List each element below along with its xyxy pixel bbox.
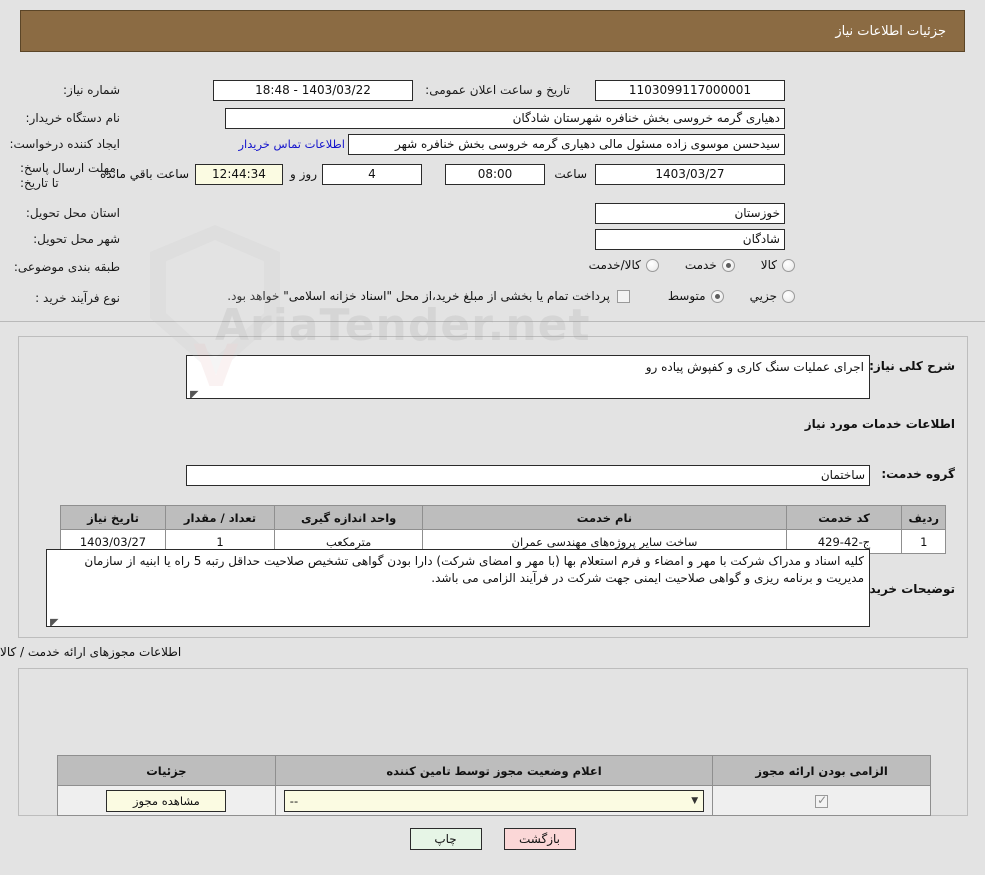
category-radio-group: کالا خدمت کالا/خدمت (563, 258, 795, 272)
announce-label-wrap: تاریخ و ساعت اعلان عمومی: (425, 83, 570, 98)
category-option-label: کالا/خدمت (588, 258, 641, 272)
category-option-kala-khedmat[interactable]: کالا/خدمت (589, 258, 659, 272)
page-root: جزئیات اطلاعات نیاز شماره نیاز: 11030991… (0, 0, 985, 875)
need-details-panel: شرح کلی نیاز: اجرای عملیات سنگ کاری و کف… (18, 336, 968, 638)
province-field[interactable]: خوزستان (595, 203, 785, 224)
cell-status: ▼ -- (274, 785, 714, 816)
print-button[interactable]: چاپ (409, 828, 482, 850)
col-qty: تعداد / مقدار (164, 505, 275, 530)
top-form-panel: شماره نیاز: 1103099117000001 تاریخ و ساع… (0, 66, 985, 322)
col-status: اعلام وضعیت مجوز توسط تامین کننده (274, 755, 714, 786)
deadline-time-field[interactable]: 08:00 (445, 164, 545, 185)
public-announce-field[interactable]: 1403/03/22 - 18:48 (213, 80, 413, 101)
creator-label-wrap: ایجاد کننده درخواست: (9, 137, 120, 152)
cell-radif: 1 (901, 529, 946, 554)
col-details: جزئیات (57, 755, 276, 786)
days-word-label: روز و (290, 167, 317, 181)
page-title: جزئیات اطلاعات نیاز (835, 23, 946, 39)
buyer-org-field[interactable]: دهیاری گرمه خروسی بخش خنافره شهرستان شاد… (225, 108, 785, 129)
treasury-checkbox-label: پرداخت تمام یا بخشی از مبلغ خرید،از محل … (227, 289, 610, 303)
category-option-label: کالا (760, 258, 777, 272)
col-code: کد خدمت (785, 505, 903, 530)
process-option-label: متوسط (667, 289, 706, 303)
buyer-contact-link[interactable]: اطلاعات تماس خریدار (238, 137, 345, 151)
treasury-checkbox-wrap[interactable]: پرداخت تمام یا بخشی از مبلغ خرید،از محل … (227, 289, 630, 303)
days-remaining-field[interactable]: 4 (322, 164, 422, 185)
radio-icon[interactable] (721, 258, 735, 272)
resize-grip-icon[interactable]: ◥ (190, 386, 200, 398)
province-label-wrap: استان محل تحویل: (26, 206, 120, 221)
category-label-wrap: طبقه بندی موضوعی: (14, 260, 120, 275)
city-label: شهر محل تحویل: (33, 232, 120, 246)
countdown-timer-field: 12:44:34 (195, 164, 283, 185)
category-option-khedmat[interactable]: خدمت (685, 258, 735, 272)
page-header: جزئیات اطلاعات نیاز (20, 10, 965, 52)
province-label: استان محل تحویل: (25, 206, 120, 220)
hour-label: ساعت (554, 167, 587, 181)
service-group-field[interactable]: ساختمان (186, 465, 870, 486)
required-checkbox-icon (815, 793, 829, 808)
process-option-label: جزیي (749, 289, 777, 303)
resize-grip-icon[interactable]: ◥ (50, 614, 60, 626)
licenses-heading: اطلاعات مجوزهای ارائه خدمت / کالا (0, 645, 182, 659)
licenses-table: الزامی بودن ارائه مجوز اعلام وضعیت مجوز … (57, 755, 931, 816)
remaining-word-label: ساعت باقي مانده (99, 167, 189, 181)
city-label-wrap: شهر محل تحویل: (33, 232, 120, 247)
process-label-wrap: نوع فرآیند خرید : (35, 291, 120, 306)
buyer-org-label-wrap: نام دستگاه خریدار: (26, 111, 121, 126)
radio-icon[interactable] (645, 258, 659, 272)
process-radio-group: جزیي متوسط (642, 289, 795, 303)
process-option-motevaset[interactable]: متوسط (668, 289, 724, 303)
need-number-label: شماره نیاز: (63, 83, 120, 97)
services-table: ردیف کد خدمت نام خدمت واحد اندازه گیری ت… (60, 505, 946, 554)
radio-icon[interactable] (710, 289, 724, 303)
view-license-button[interactable]: مشاهده مجوز (106, 789, 227, 812)
process-option-jozi[interactable]: جزیي (750, 289, 795, 303)
back-button[interactable]: بازگشت (503, 828, 576, 850)
col-need-date: تاریخ نیاز (60, 505, 166, 530)
services-heading: اطلاعات خدمات مورد نیاز (804, 417, 955, 431)
category-label: طبقه بندی موضوعی: (13, 260, 120, 274)
need-number-label-wrap: شماره نیاز: (20, 83, 120, 98)
process-label: نوع فرآیند خرید : (35, 291, 120, 305)
license-status-value: -- (289, 793, 299, 808)
services-table-header-row: ردیف کد خدمت نام خدمت واحد اندازه گیری ت… (60, 505, 946, 530)
need-number-field[interactable]: 1103099117000001 (595, 80, 785, 101)
col-required: الزامی بودن ارائه مجوز (712, 755, 931, 786)
licenses-table-header-row: الزامی بودن ارائه مجوز اعلام وضعیت مجوز … (57, 755, 931, 786)
category-option-label: خدمت (684, 258, 717, 272)
city-field[interactable]: شادگان (595, 229, 785, 250)
footer-button-bar: بازگشت چاپ (0, 828, 985, 850)
service-group-label: گروه خدمت: (881, 467, 955, 481)
creator-field[interactable]: سیدحسن موسوی زاده مسئول مالی دهیاری گرمه… (348, 134, 785, 155)
licenses-heading-wrap: اطلاعات مجوزهای ارائه خدمت / کالا (0, 645, 967, 659)
checkbox-icon[interactable] (617, 289, 630, 303)
chevron-down-icon[interactable]: ▼ (691, 796, 698, 806)
buyer-notes-textarea[interactable]: کلیه اسناد و مدراک شرکت با مهر و امضاء و… (46, 549, 870, 627)
cell-details: مشاهده مجوز (57, 785, 276, 816)
col-radif: ردیف (901, 505, 946, 530)
buyer-notes-value: کلیه اسناد و مدراک شرکت با مهر و امضاء و… (84, 554, 864, 585)
cell-required (712, 785, 931, 816)
col-name: نام خدمت (422, 505, 787, 530)
deadline-date-field[interactable]: 1403/03/27 (595, 164, 785, 185)
license-status-select[interactable]: ▼ -- (283, 789, 705, 812)
public-announce-label: تاریخ و ساعت اعلان عمومی: (425, 83, 570, 97)
licenses-panel: الزامی بودن ارائه مجوز اعلام وضعیت مجوز … (18, 668, 968, 816)
radio-icon[interactable] (782, 289, 795, 303)
need-desc-textarea[interactable]: اجرای عملیات سنگ کاری و کفپوش پیاده رو ◥ (186, 355, 870, 399)
need-desc-value: اجرای عملیات سنگ کاری و کفپوش پیاده رو (645, 360, 864, 374)
table-row: ▼ -- مشاهده مجوز (57, 785, 931, 816)
radio-icon[interactable] (782, 258, 795, 272)
need-desc-label: شرح کلی نیاز: (869, 359, 955, 373)
col-unit: واحد اندازه گیری (273, 505, 424, 530)
buyer-org-label: نام دستگاه خریدار: (25, 111, 121, 125)
creator-label: ایجاد کننده درخواست: (9, 137, 120, 151)
category-option-kala[interactable]: کالا (761, 258, 795, 272)
